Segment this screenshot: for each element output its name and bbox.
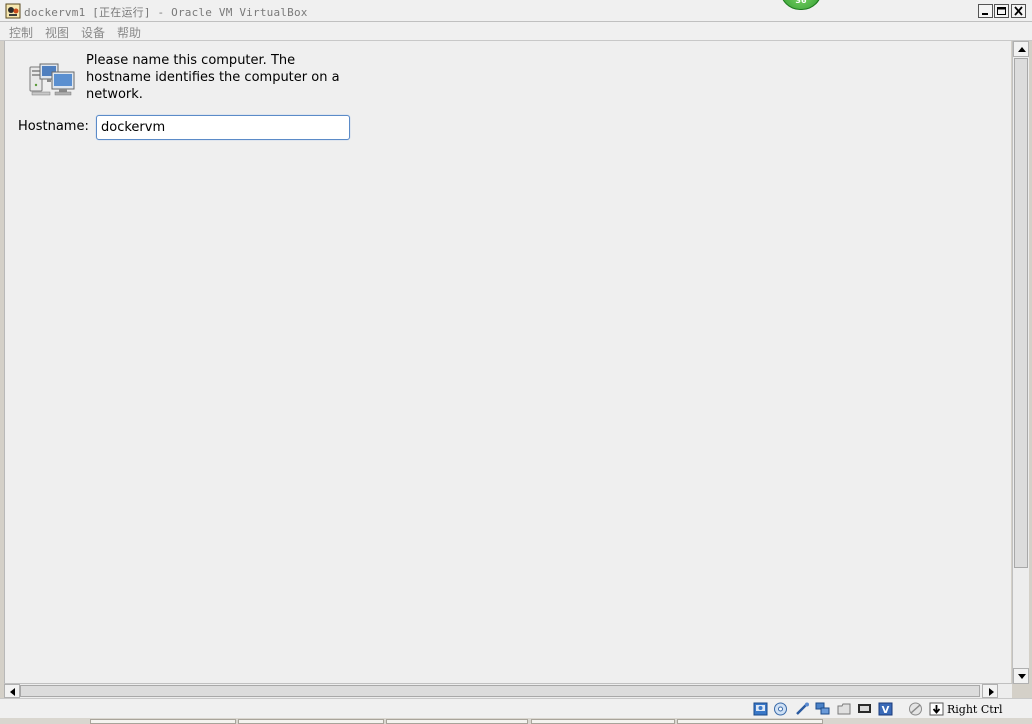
vertical-scroll-thumb[interactable] <box>1014 58 1028 568</box>
hard-disk-icon[interactable] <box>753 702 768 716</box>
guest-screen[interactable]: Please name this computer. The hostname … <box>4 41 1011 683</box>
menu-bar: 控制 视图 设备 帮助 <box>0 22 1032 41</box>
minimize-button[interactable] <box>978 4 993 18</box>
scroll-up-button[interactable] <box>1013 41 1029 57</box>
menu-help[interactable]: 帮助 <box>117 24 141 41</box>
shared-folders-icon[interactable] <box>837 702 852 716</box>
minimize-icon <box>982 13 988 15</box>
optical-drive-icon[interactable] <box>773 702 788 716</box>
usb-icon[interactable] <box>795 702 810 716</box>
maximize-icon <box>997 7 1006 15</box>
host-key-label: Right Ctrl <box>947 703 1003 716</box>
scroll-down-button[interactable] <box>1013 668 1029 684</box>
virtualbox-window: dockervm1 [正在运行] - Oracle VM VirtualBox … <box>0 0 1032 724</box>
taskbar-button[interactable] <box>238 719 384 724</box>
notification-badge: 36 <box>780 0 822 10</box>
hostname-input[interactable] <box>96 115 350 140</box>
arrow-right-icon <box>989 688 994 696</box>
close-icon <box>1014 6 1023 16</box>
mouse-integration-icon[interactable] <box>908 702 923 716</box>
close-button[interactable] <box>1011 4 1026 18</box>
virtualbox-app-icon[interactable] <box>5 3 21 19</box>
horizontal-scroll-thumb[interactable] <box>20 685 980 697</box>
scroll-right-button[interactable] <box>982 684 998 698</box>
vertical-scrollbar[interactable] <box>1012 41 1029 684</box>
network-computers-icon <box>29 63 75 96</box>
hostname-label: Hostname: <box>18 119 89 134</box>
horizontal-scrollbar[interactable] <box>4 683 1012 698</box>
maximize-button[interactable] <box>994 4 1009 18</box>
arrow-left-icon <box>10 688 15 696</box>
taskbar-button[interactable] <box>531 719 675 724</box>
menu-devices[interactable]: 设备 <box>81 24 105 41</box>
title-bar[interactable]: dockervm1 [正在运行] - Oracle VM VirtualBox … <box>0 0 1032 22</box>
badge-text: 36 <box>795 0 807 5</box>
menu-control[interactable]: 控制 <box>9 24 33 41</box>
network-icon[interactable] <box>815 702 830 716</box>
taskbar-button[interactable] <box>90 719 236 724</box>
arrow-down-icon <box>1018 674 1026 679</box>
status-bar: V Right Ctrl <box>0 698 1032 718</box>
virtualization-icon[interactable]: V <box>878 702 893 716</box>
arrow-up-icon <box>1018 47 1026 52</box>
taskbar-strip <box>0 718 1032 724</box>
window-title: dockervm1 [正在运行] - Oracle VM VirtualBox <box>24 6 308 19</box>
display-icon[interactable] <box>857 702 872 716</box>
scroll-left-button[interactable] <box>4 684 20 698</box>
svg-text:V: V <box>882 705 890 716</box>
hostname-prompt: Please name this computer. The hostname … <box>86 53 340 102</box>
taskbar-button[interactable] <box>386 719 528 724</box>
menu-view[interactable]: 视图 <box>45 24 69 41</box>
host-key-arrow-icon[interactable] <box>929 702 944 716</box>
taskbar-button[interactable] <box>677 719 823 724</box>
